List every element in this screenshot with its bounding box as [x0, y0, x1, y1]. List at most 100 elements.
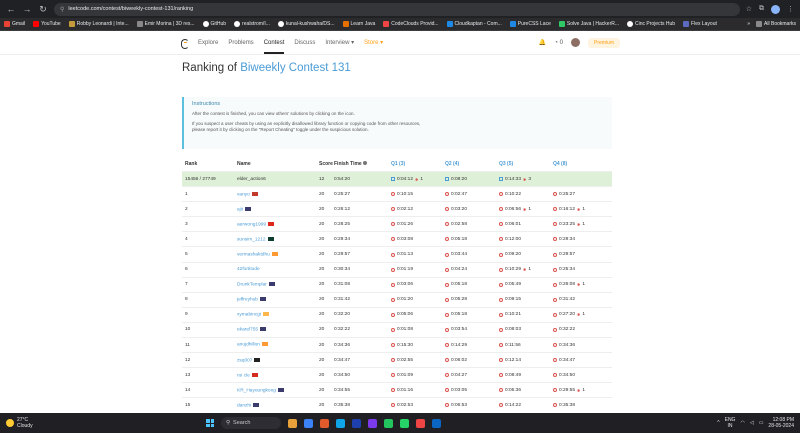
view-solution-icon[interactable]: [391, 327, 395, 332]
app-icon[interactable]: [368, 418, 377, 428]
view-solution-icon[interactable]: [499, 388, 503, 393]
nav-discuss[interactable]: Discuss: [294, 40, 315, 46]
bookmark-item[interactable]: realstrom/I...: [234, 21, 270, 27]
view-solution-icon[interactable]: [445, 373, 449, 378]
view-solution-icon[interactable]: [445, 312, 449, 317]
view-solution-icon[interactable]: [391, 343, 395, 348]
view-solution-icon[interactable]: [391, 207, 395, 212]
bookmark-item[interactable]: Cinc Projects Hub: [627, 21, 675, 27]
user-link[interactable]: ekarel755: [237, 328, 258, 333]
view-solution-icon[interactable]: [553, 373, 557, 378]
view-solution-icon[interactable]: [445, 403, 449, 408]
view-solution-icon[interactable]: [391, 267, 395, 272]
view-solution-icon[interactable]: [499, 252, 503, 257]
bookmark-item[interactable]: CodeClouds Provid...: [383, 21, 439, 27]
nav-problems[interactable]: Problems: [228, 40, 253, 46]
view-solution-icon[interactable]: [553, 388, 557, 393]
view-solution-icon[interactable]: [499, 312, 503, 317]
view-solution-icon[interactable]: [445, 297, 449, 302]
view-solution-icon[interactable]: [499, 282, 503, 287]
nav-interview[interactable]: Interview ▾: [325, 39, 354, 46]
user-link[interactable]: sunsim_1212: [237, 237, 266, 242]
view-solution-icon[interactable]: [499, 177, 503, 182]
view-solution-icon[interactable]: [445, 192, 449, 197]
view-solution-icon[interactable]: [499, 343, 503, 348]
view-solution-icon[interactable]: [553, 237, 557, 242]
bookmark-item[interactable]: PureCSS Lace: [509, 21, 551, 27]
view-solution-icon[interactable]: [445, 358, 449, 363]
system-clock[interactable]: 12:08 PM 28-05-2024: [768, 417, 794, 429]
view-solution-icon[interactable]: [445, 343, 449, 348]
view-solution-icon[interactable]: [553, 282, 557, 287]
app-icon[interactable]: [352, 418, 361, 428]
view-solution-icon[interactable]: [499, 297, 503, 302]
view-solution-icon[interactable]: [391, 388, 395, 393]
view-solution-icon[interactable]: [553, 358, 557, 363]
all-bookmarks[interactable]: All Bookmarks: [756, 21, 796, 27]
header-q1[interactable]: Q1 (3): [391, 161, 445, 167]
view-solution-icon[interactable]: [445, 252, 449, 257]
view-solution-icon[interactable]: [499, 373, 503, 378]
header-q3[interactable]: Q3 (5): [499, 161, 553, 167]
view-solution-icon[interactable]: [391, 403, 395, 408]
view-solution-icon[interactable]: [391, 358, 395, 363]
bookmark-item[interactable]: Flex Layout: [683, 21, 717, 27]
view-solution-icon[interactable]: [499, 237, 503, 242]
battery-icon[interactable]: ▭: [759, 420, 764, 426]
view-solution-icon[interactable]: [553, 297, 557, 302]
bookmark-item[interactable]: Learn Java: [342, 21, 375, 27]
view-solution-icon[interactable]: [445, 177, 449, 182]
bookmark-item[interactable]: YouTube: [33, 21, 61, 27]
view-solution-icon[interactable]: [499, 222, 503, 227]
file-explorer-icon[interactable]: [288, 418, 297, 428]
view-solution-icon[interactable]: [445, 282, 449, 287]
user-link[interactable]: aerwong1999: [237, 222, 266, 227]
view-solution-icon[interactable]: [445, 222, 449, 227]
user-link[interactable]: zsq007: [237, 358, 252, 363]
app-icon[interactable]: [416, 418, 425, 428]
site-info-icon[interactable]: ⚲: [60, 6, 64, 13]
profile-avatar[interactable]: [771, 4, 780, 14]
app-icon[interactable]: [320, 418, 329, 428]
user-link[interactable]: jeffreyhub: [237, 297, 258, 302]
view-solution-icon[interactable]: [553, 343, 557, 348]
back-icon[interactable]: ←: [6, 0, 16, 18]
view-solution-icon[interactable]: [391, 192, 395, 197]
view-solution-icon[interactable]: [445, 207, 449, 212]
windows-start-icon[interactable]: [206, 419, 214, 427]
points-counter[interactable]: ◔ 0: [554, 40, 563, 46]
user-link[interactable]: vanyo: [237, 192, 250, 197]
info-icon[interactable]: [362, 161, 367, 165]
view-solution-icon[interactable]: [391, 373, 395, 378]
view-solution-icon[interactable]: [553, 403, 557, 408]
reload-icon[interactable]: ↻: [38, 0, 48, 18]
view-solution-icon[interactable]: [391, 297, 395, 302]
language-indicator[interactable]: ENG IN: [725, 417, 736, 429]
bell-icon[interactable]: 🔔: [539, 39, 546, 46]
nav-contest[interactable]: Contest: [263, 40, 285, 54]
user-link[interactable]: anujdhillon: [237, 343, 260, 348]
view-solution-icon[interactable]: [445, 388, 449, 393]
user-link[interactable]: ajit: [237, 207, 243, 212]
tray-chevron-icon[interactable]: ^: [717, 420, 719, 426]
header-q4[interactable]: Q4 (8): [553, 161, 607, 167]
bookmark-item[interactable]: Cloudkaptan - Com...: [446, 21, 502, 27]
view-solution-icon[interactable]: [391, 222, 395, 227]
more-bookmarks-icon[interactable]: »: [747, 21, 750, 27]
view-solution-icon[interactable]: [499, 192, 503, 197]
header-q2[interactable]: Q2 (4): [445, 161, 499, 167]
bookmark-item[interactable]: GitHub: [202, 21, 226, 27]
user-avatar[interactable]: [570, 38, 580, 47]
forward-icon[interactable]: →: [22, 0, 32, 18]
nav-explore[interactable]: Explore: [198, 40, 218, 46]
linkedin-icon[interactable]: [432, 418, 441, 428]
view-solution-icon[interactable]: [553, 252, 557, 257]
view-solution-icon[interactable]: [553, 207, 557, 212]
bookmark-star-icon[interactable]: ☆: [746, 5, 752, 13]
view-solution-icon[interactable]: [499, 267, 503, 272]
whatsapp-icon[interactable]: [400, 418, 409, 428]
view-solution-icon[interactable]: [553, 192, 557, 197]
store-icon[interactable]: [304, 418, 313, 428]
user-link[interactable]: rui cle: [237, 373, 250, 378]
bookmark-item[interactable]: Gmail: [4, 21, 25, 27]
